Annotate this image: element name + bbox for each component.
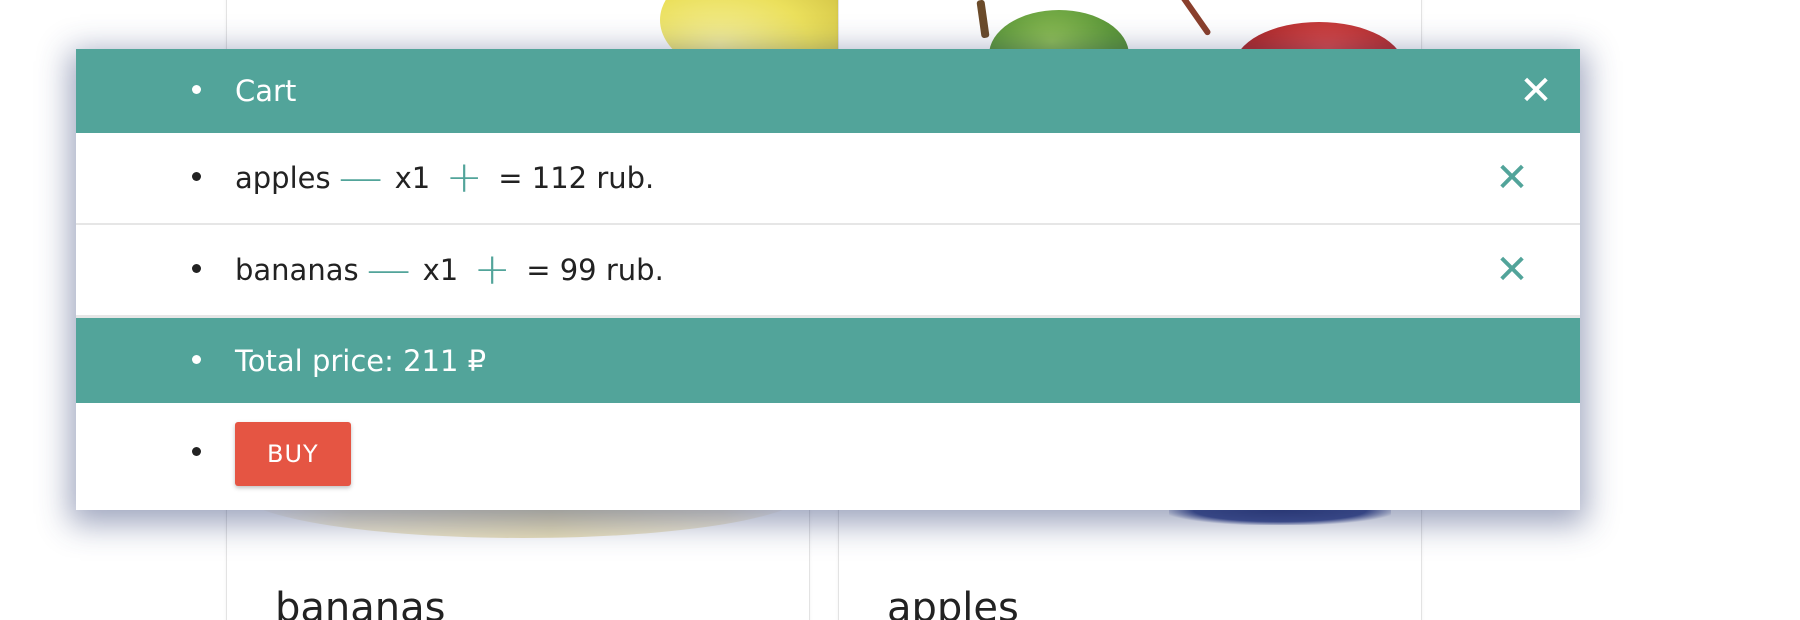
minus-icon[interactable]: — bbox=[367, 248, 411, 292]
plus-icon[interactable]: + bbox=[472, 248, 512, 292]
item-price: = 112 rub. bbox=[498, 161, 655, 195]
buy-button[interactable]: BUY bbox=[235, 421, 351, 486]
item-price: = 99 rub. bbox=[526, 253, 664, 287]
cart-title: Cart bbox=[235, 74, 297, 108]
minus-icon[interactable]: — bbox=[339, 156, 383, 200]
item-name: bananas bbox=[235, 253, 359, 287]
item-quantity: x1 bbox=[394, 161, 431, 195]
cart-item: apples — x1 + = 112 rub. ✕ bbox=[76, 133, 1580, 225]
cart-list: Cart ✕ apples — x1 + = 112 rub. ✕ banana… bbox=[76, 49, 1580, 510]
cart-item: bananas — x1 + = 99 rub. ✕ bbox=[76, 225, 1580, 317]
close-icon[interactable]: ✕ bbox=[1514, 69, 1558, 113]
item-name: apples bbox=[235, 161, 331, 195]
item-quantity: x1 bbox=[422, 253, 459, 287]
remove-icon[interactable]: ✕ bbox=[1492, 250, 1532, 290]
total-price: Total price: 211 ₽ bbox=[235, 343, 487, 378]
cart-modal: Cart ✕ apples — x1 + = 112 rub. ✕ banana… bbox=[76, 49, 1580, 510]
cart-buy-row: BUY bbox=[76, 403, 1580, 510]
apple-stem bbox=[1172, 0, 1212, 37]
cart-header: Cart ✕ bbox=[76, 49, 1580, 133]
product-title: bananas bbox=[275, 585, 446, 620]
cart-total: Total price: 211 ₽ bbox=[76, 317, 1580, 403]
apple-stem bbox=[976, 0, 990, 39]
remove-icon[interactable]: ✕ bbox=[1492, 158, 1532, 198]
product-title: apples bbox=[887, 585, 1019, 620]
plus-icon[interactable]: + bbox=[444, 156, 484, 200]
